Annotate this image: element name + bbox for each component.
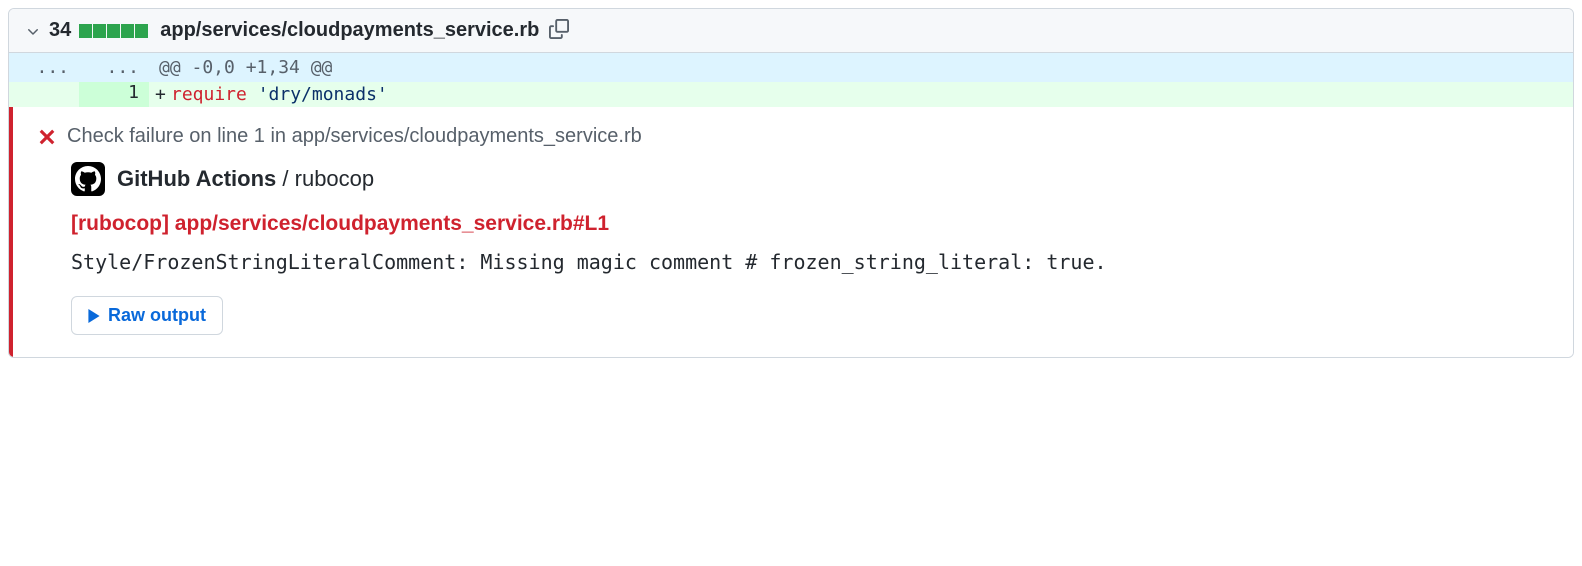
rule-link[interactable]: [rubocop] app/services/cloudpayments_ser… xyxy=(71,212,1549,236)
addition-marker: + xyxy=(155,84,166,105)
code-content[interactable]: +require 'dry/monads' xyxy=(149,82,1573,107)
raw-output-button[interactable]: Raw output xyxy=(71,296,223,335)
raw-output-label: Raw output xyxy=(108,305,206,326)
expand-left[interactable]: ... xyxy=(9,53,79,82)
rule-message: Style/FrozenStringLiteralComment: Missin… xyxy=(71,250,1549,274)
github-logo-icon xyxy=(71,162,105,196)
copy-path-icon[interactable] xyxy=(549,19,569,42)
annotation-row: Check failure on line 1 in app/services/… xyxy=(9,107,1573,357)
file-header: 34 app/services/cloudpayments_service.rb xyxy=(9,9,1573,53)
failure-x-icon xyxy=(37,127,57,147)
check-annotation: Check failure on line 1 in app/services/… xyxy=(9,107,1573,357)
code-text: require 'dry/monads' xyxy=(171,84,388,105)
check-source-text: GitHub Actions / rubocop xyxy=(117,166,374,192)
change-count: 34 xyxy=(49,19,71,42)
source-app: GitHub Actions xyxy=(117,166,276,191)
diff-file-container: 34 app/services/cloudpayments_service.rb… xyxy=(8,8,1574,358)
diff-segment-add xyxy=(107,24,120,38)
annotation-body: GitHub Actions / rubocop [rubocop] app/s… xyxy=(37,162,1549,335)
diff-segment-add xyxy=(135,24,148,38)
diff-table: ... ... @@ -0,0 +1,34 @@ 1 +require 'dry… xyxy=(9,53,1573,357)
diff-segment-add xyxy=(93,24,106,38)
expand-right[interactable]: ... xyxy=(79,53,149,82)
diff-line-addition: 1 +require 'dry/monads' xyxy=(9,82,1573,107)
collapse-toggle-icon[interactable] xyxy=(25,23,41,39)
new-line-number[interactable]: 1 xyxy=(79,82,149,107)
source-check: / rubocop xyxy=(276,166,374,191)
play-icon xyxy=(88,309,100,323)
file-path[interactable]: app/services/cloudpayments_service.rb xyxy=(160,19,539,42)
old-line-number[interactable] xyxy=(9,82,79,107)
diff-stat-bar xyxy=(79,24,148,38)
diff-segment-add xyxy=(79,24,92,38)
hunk-header-row: ... ... @@ -0,0 +1,34 @@ xyxy=(9,53,1573,82)
annotation-title: Check failure on line 1 in app/services/… xyxy=(67,125,642,148)
diff-segment-add xyxy=(121,24,134,38)
annotation-header: Check failure on line 1 in app/services/… xyxy=(37,125,1549,148)
hunk-header-text: @@ -0,0 +1,34 @@ xyxy=(149,53,1573,82)
check-source: GitHub Actions / rubocop xyxy=(71,162,1549,196)
